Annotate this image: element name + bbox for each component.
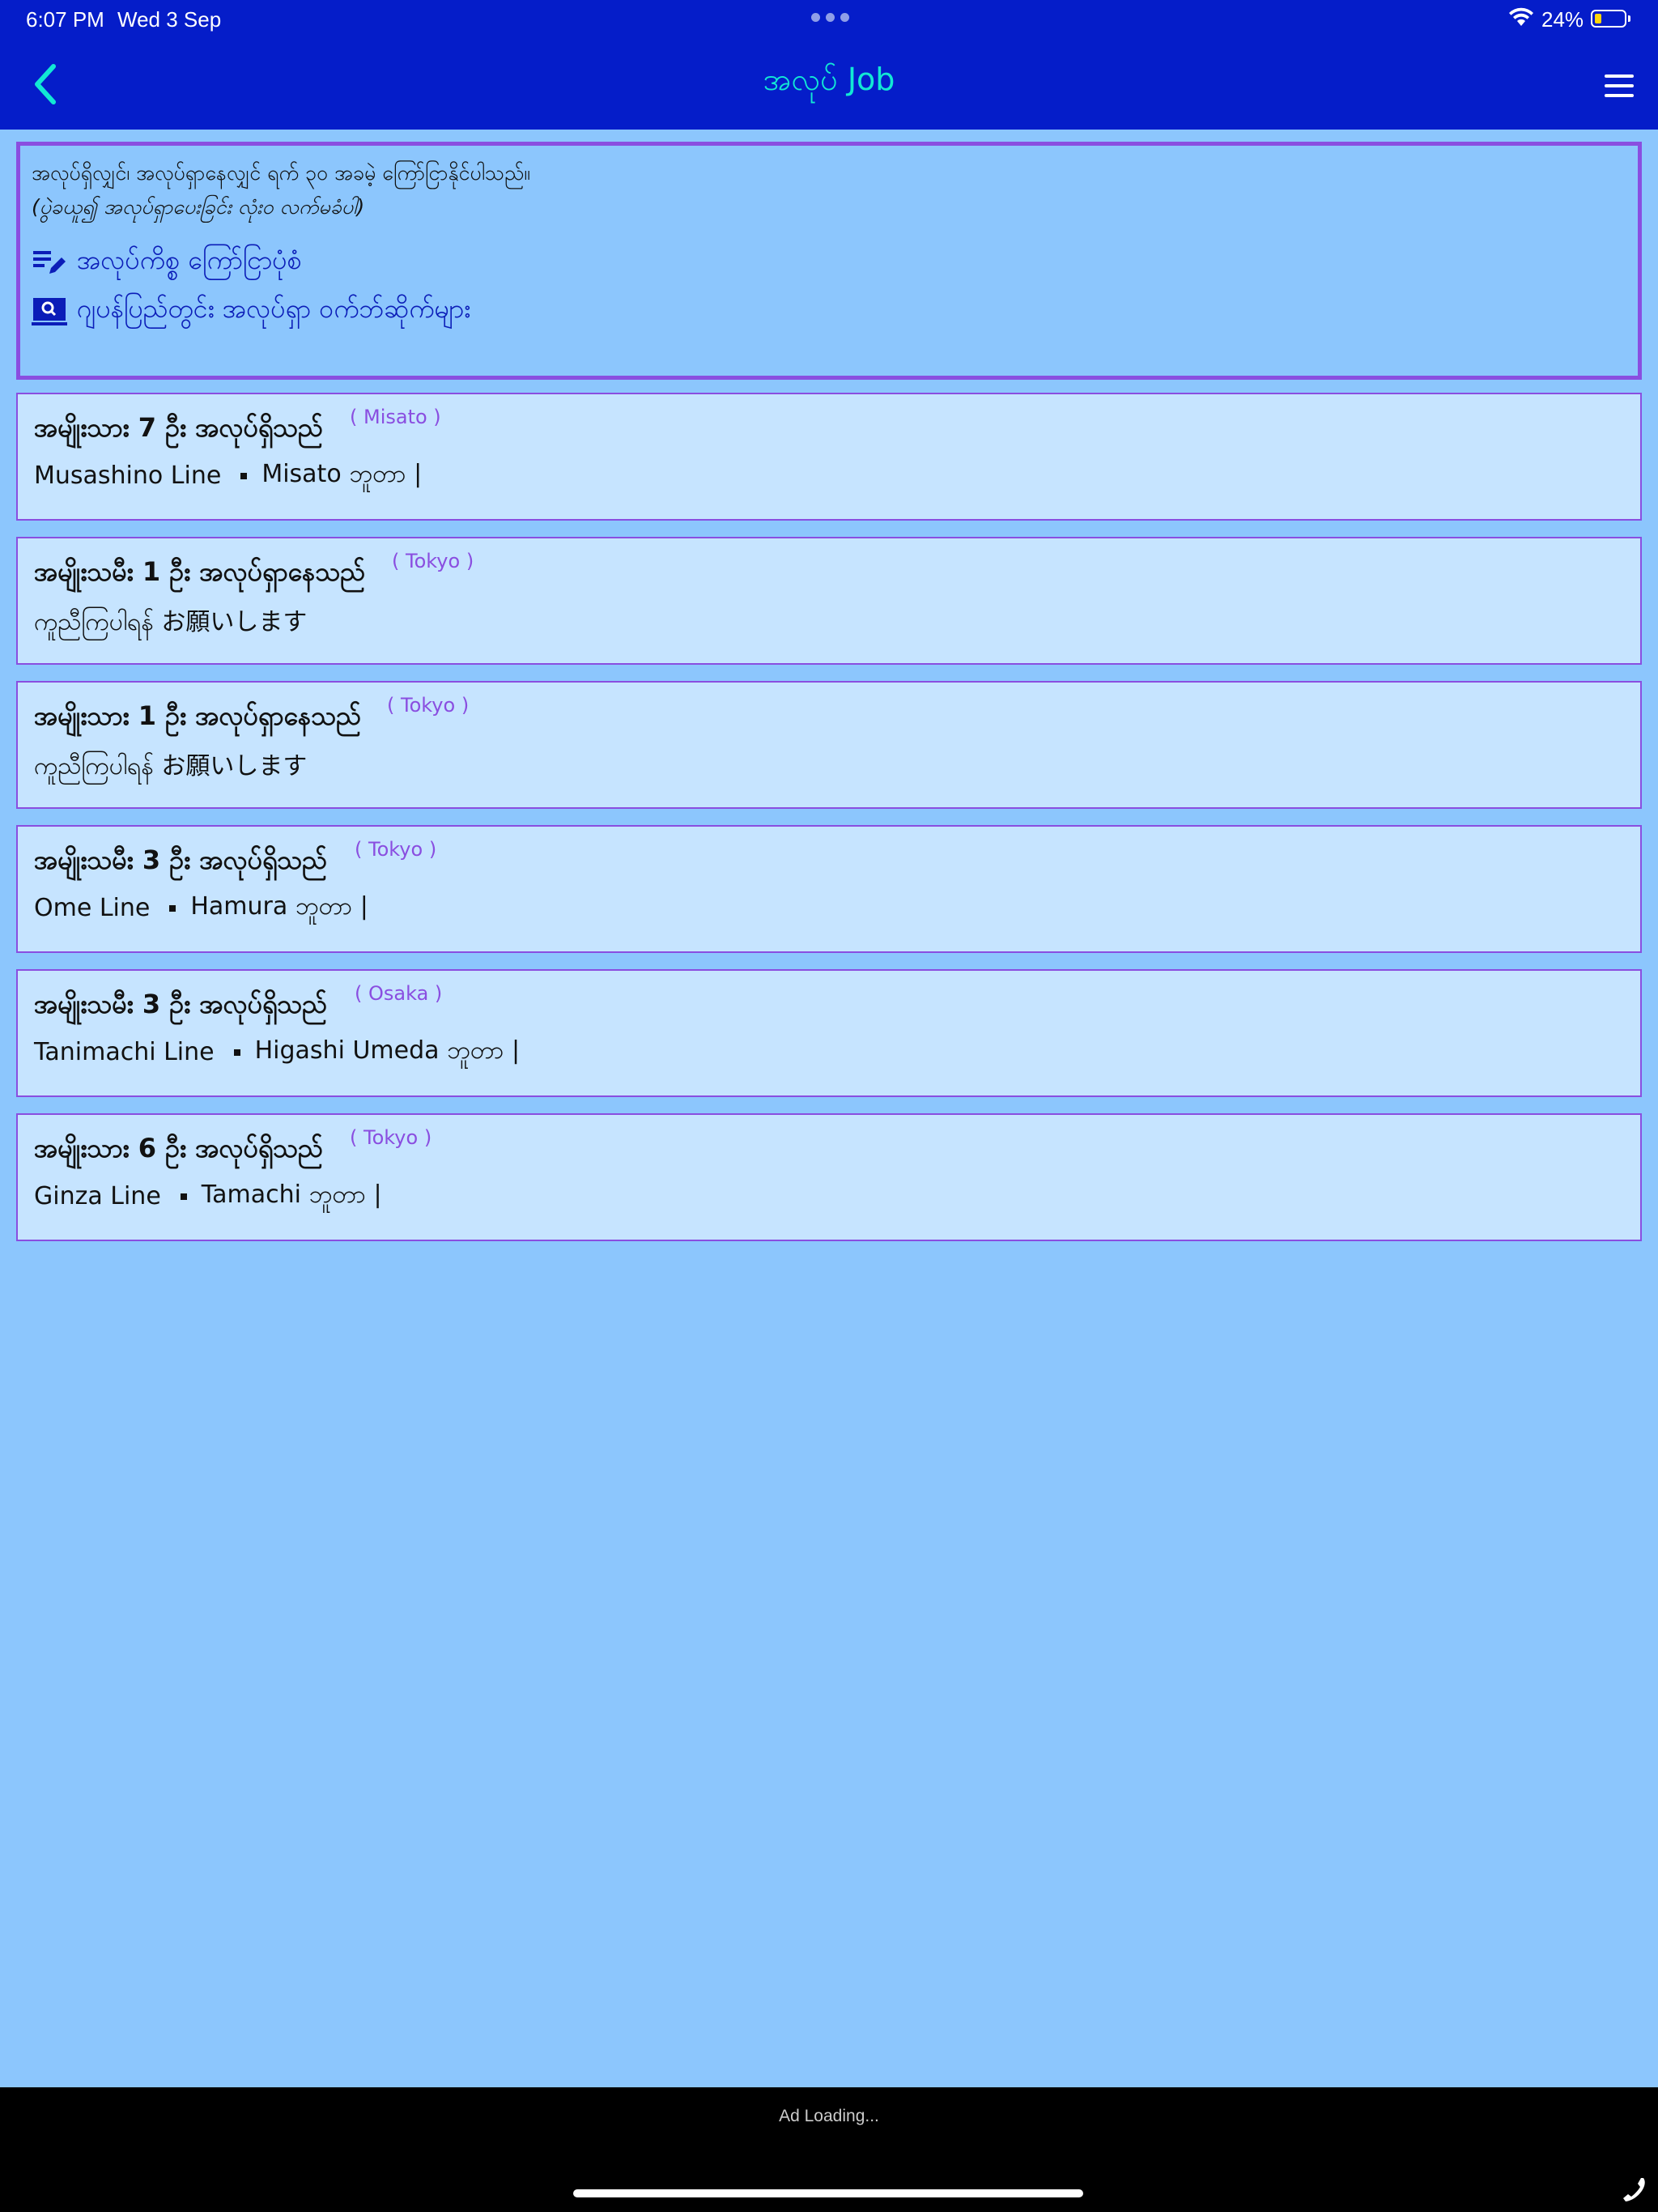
bullet-icon	[180, 1193, 187, 1200]
job-city: ( Osaka )	[355, 982, 443, 1005]
bullet-icon	[169, 904, 176, 912]
job-card[interactable]: အမျိုးသား 7 ဦး အလုပ်ရှိသည် ( Misato ) Mu…	[16, 393, 1642, 521]
job-station: Hamura ဘူတာ |	[190, 892, 368, 921]
multitasking-dots-icon[interactable]	[811, 13, 849, 22]
job-card[interactable]: အမျိုးသား 1 ဦး အလုပ်ရှာနေသည် ( Tokyo ) က…	[16, 681, 1642, 809]
job-station: Higashi Umeda ဘူတာ |	[254, 1036, 521, 1065]
wifi-icon	[1509, 7, 1533, 26]
search-laptop-icon	[32, 298, 67, 325]
ad-loading-text: Ad Loading...	[779, 2107, 879, 2125]
info-free-ad-text: အလုပ်ရှိလျှင်၊ အလုပ်ရှာနေလျှင် ရက် ၃၀ အခ…	[32, 161, 530, 185]
job-train-line: Ome Line	[34, 894, 151, 922]
job-train-line: Tanimachi Line	[34, 1038, 215, 1066]
phone-icon[interactable]	[1619, 2175, 1648, 2204]
status-date: Wed 3 Sep	[117, 7, 222, 32]
job-title: အမျိုးသား 6 ဦး အလုပ်ရှိသည်	[34, 1133, 324, 1163]
job-title: အမျိုးသား 7 ဦး အလုပ်ရှိသည်	[34, 412, 324, 443]
info-box: အလုပ်ရှိလျှင်၊ အလုပ်ရှာနေလျှင် ရက် ၃၀ အခ…	[16, 142, 1642, 380]
job-websites-link[interactable]: ဂျပန်ပြည်တွင်း အလုပ်ရှာ ဝက်ဘ်ဆိုက်များ	[32, 291, 470, 330]
job-description: ကူညီကြပါရန် お願いします	[34, 752, 308, 781]
navigation-bar: အလုပ် Job	[0, 40, 1658, 130]
job-card[interactable]: အမျိုးသမီး 1 ဦး အလုပ်ရှာနေသည် ( Tokyo ) …	[16, 537, 1642, 665]
ad-banner[interactable]: Ad Loading...	[0, 2087, 1658, 2212]
job-title: အမျိုးသမီး 1 ဦး အလုပ်ရှာနေသည်	[34, 556, 366, 587]
bullet-icon	[233, 1049, 240, 1056]
battery-icon	[1591, 10, 1630, 28]
edit-list-icon	[33, 251, 66, 274]
status-bar: 6:07 PM Wed 3 Sep 24%	[0, 0, 1658, 40]
job-card[interactable]: အမျိုးသမီး 3 ဦး အလုပ်ရှိသည် ( Tokyo ) Om…	[16, 825, 1642, 953]
job-title: အမျိုးသား 1 ဦး အလုပ်ရှာနေသည်	[34, 700, 362, 731]
job-station: Tamachi ဘူတာ |	[201, 1180, 382, 1209]
info-no-fee-text: (ပွဲခယူ၍ အလုပ်ရှာပေးခြင်း လုံးဝ လက်မခံပါ…	[32, 195, 365, 219]
job-city: ( Tokyo )	[392, 550, 474, 572]
job-train-line: Ginza Line	[34, 1182, 161, 1210]
bullet-icon	[240, 472, 248, 479]
job-station: Misato ဘူတာ |	[261, 460, 423, 488]
page-title: အလုပ် Job	[763, 62, 895, 97]
job-title: အမျိုးသမီး 3 ဦး အလုပ်ရှိသည်	[34, 844, 328, 875]
job-train-line: Musashino Line	[34, 462, 222, 490]
battery-percent: 24%	[1541, 7, 1584, 32]
job-card[interactable]: အမျိုးသမီး 3 ဦး အလုပ်ရှိသည် ( Osaka ) Ta…	[16, 969, 1642, 1097]
job-city: ( Tokyo )	[350, 1126, 432, 1149]
job-websites-link-label: ဂျပန်ပြည်တွင်း အလုပ်ရှာ ဝက်ဘ်ဆိုက်များ	[77, 293, 471, 324]
job-title: အမျိုးသမီး 3 ဦး အလုပ်ရှိသည်	[34, 989, 328, 1019]
status-time: 6:07 PM	[26, 7, 104, 32]
ad-format-link-label: အလုပ်ကိစ္စ ကြော်ငြာပုံစံ	[77, 245, 302, 275]
job-city: ( Tokyo )	[387, 694, 470, 717]
job-city: ( Misato )	[350, 406, 441, 428]
hamburger-menu-icon[interactable]	[1592, 71, 1647, 100]
home-indicator[interactable]	[573, 2189, 1083, 2197]
job-description: ကူညီကြပါရန် お願いします	[34, 608, 308, 636]
job-city: ( Tokyo )	[355, 838, 437, 861]
job-card[interactable]: အမျိုးသား 6 ဦး အလုပ်ရှိသည် ( Tokyo ) Gin…	[16, 1113, 1642, 1241]
ad-format-link[interactable]: အလုပ်ကိစ္စ ကြော်ငြာပုံစံ	[32, 243, 301, 282]
